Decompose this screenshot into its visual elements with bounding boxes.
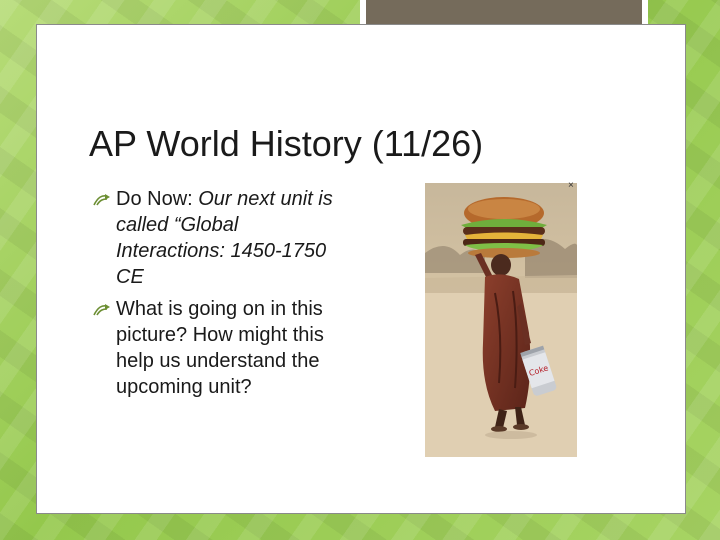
slide-photo: Coke (425, 183, 577, 457)
bullet-arrow-icon (93, 304, 110, 316)
bullet-arrow-icon (93, 194, 110, 206)
close-icon[interactable]: × (568, 181, 574, 191)
slide-title: AP World History (11/26) (89, 123, 484, 164)
bullet-item: Do Now: Our next unit is called “Global … (92, 186, 352, 290)
bullet-lead-text: What is going on in this picture? How mi… (116, 298, 324, 398)
bullet-list: Do Now: Our next unit is called “Global … (92, 186, 352, 406)
bullet-item: What is going on in this picture? How mi… (92, 296, 352, 400)
bullet-lead-text: Do Now: (116, 188, 199, 210)
photo-illustration: Coke (425, 183, 577, 457)
